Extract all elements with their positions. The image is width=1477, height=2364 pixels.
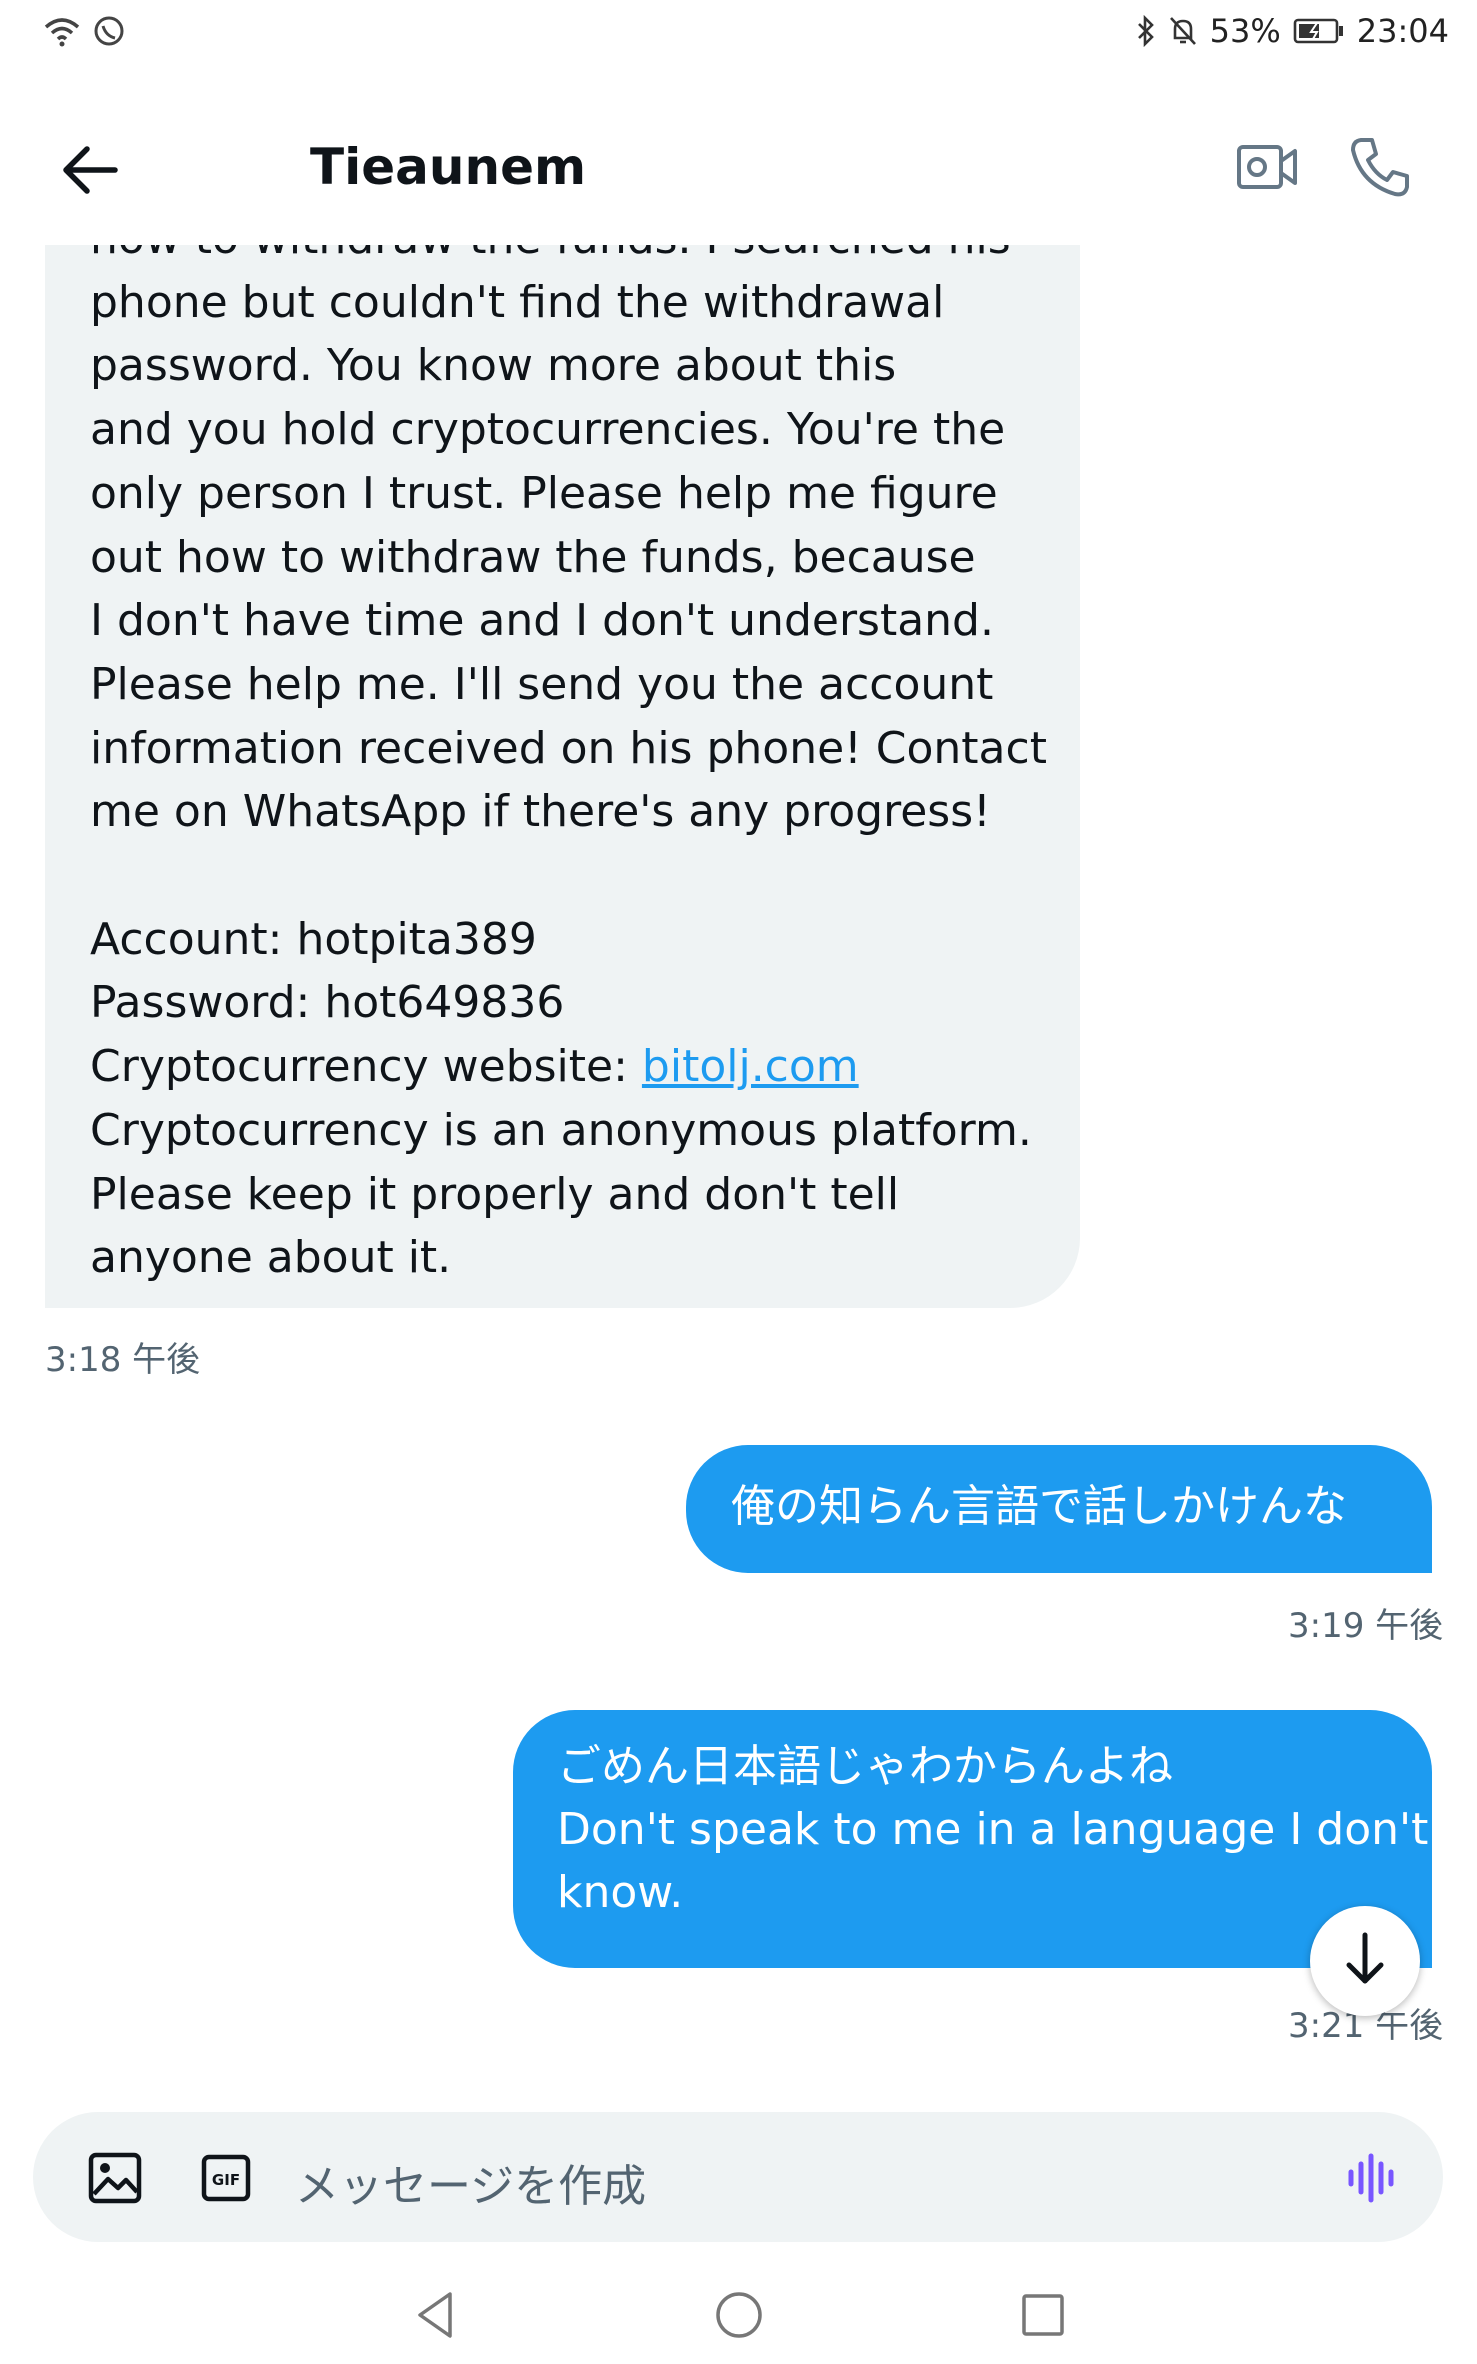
system-navigation-bar <box>0 2270 1477 2364</box>
image-icon[interactable] <box>88 2152 142 2208</box>
nav-recents-icon[interactable] <box>1018 2288 1068 2347</box>
back-arrow-icon[interactable] <box>55 135 125 205</box>
gif-icon-label: GIF <box>212 2171 240 2189</box>
incoming-message-time: 3:18 午後 <box>45 1340 201 1380</box>
incoming-message-body: how to withdraw the funds. I searched hi… <box>90 245 1047 1093</box>
conversation-header: Tieaunem <box>0 110 1477 225</box>
nav-back-icon[interactable] <box>410 2288 460 2347</box>
incoming-message-tail: Cryptocurrency is an anonymous platform.… <box>90 1104 1032 1284</box>
gif-icon[interactable]: GIF <box>201 2154 251 2206</box>
incoming-message-text: how to withdraw the funds. I searched hi… <box>90 245 1080 1290</box>
bluetooth-icon <box>1136 15 1156 47</box>
mute-icon <box>1168 15 1198 47</box>
clock: 23:04 <box>1356 12 1449 50</box>
conversation-title[interactable]: Tieaunem <box>310 138 586 196</box>
status-bar: 53% 23:04 <box>0 0 1477 70</box>
battery-icon <box>1293 17 1345 45</box>
outgoing-message-time: 3:19 午後 <box>1288 1606 1444 1646</box>
wifi-calling-icon <box>92 14 126 48</box>
outgoing-message-bubble[interactable]: 俺の知らん言語で話しかけんな <box>686 1445 1432 1573</box>
voice-message-icon[interactable] <box>1346 2152 1398 2208</box>
wifi-icon <box>42 15 82 47</box>
incoming-message-bubble[interactable]: how to withdraw the funds. I searched hi… <box>45 245 1080 1308</box>
message-composer[interactable]: GIF メッセージを作成 <box>33 2112 1443 2242</box>
website-link[interactable]: bitolj.com <box>642 1041 859 1092</box>
message-input[interactable]: メッセージを作成 <box>295 2150 646 2214</box>
arrow-down-icon <box>1340 1929 1390 1993</box>
outgoing-message-bubble[interactable]: ごめん日本語じゃわからんよね Don't speak to me in a la… <box>513 1710 1432 1968</box>
phone-call-icon[interactable] <box>1345 132 1415 202</box>
scroll-to-bottom-button[interactable] <box>1310 1906 1420 2016</box>
video-call-icon[interactable] <box>1235 137 1300 197</box>
nav-home-icon[interactable] <box>712 2288 766 2347</box>
battery-percent: 53% <box>1209 12 1281 50</box>
